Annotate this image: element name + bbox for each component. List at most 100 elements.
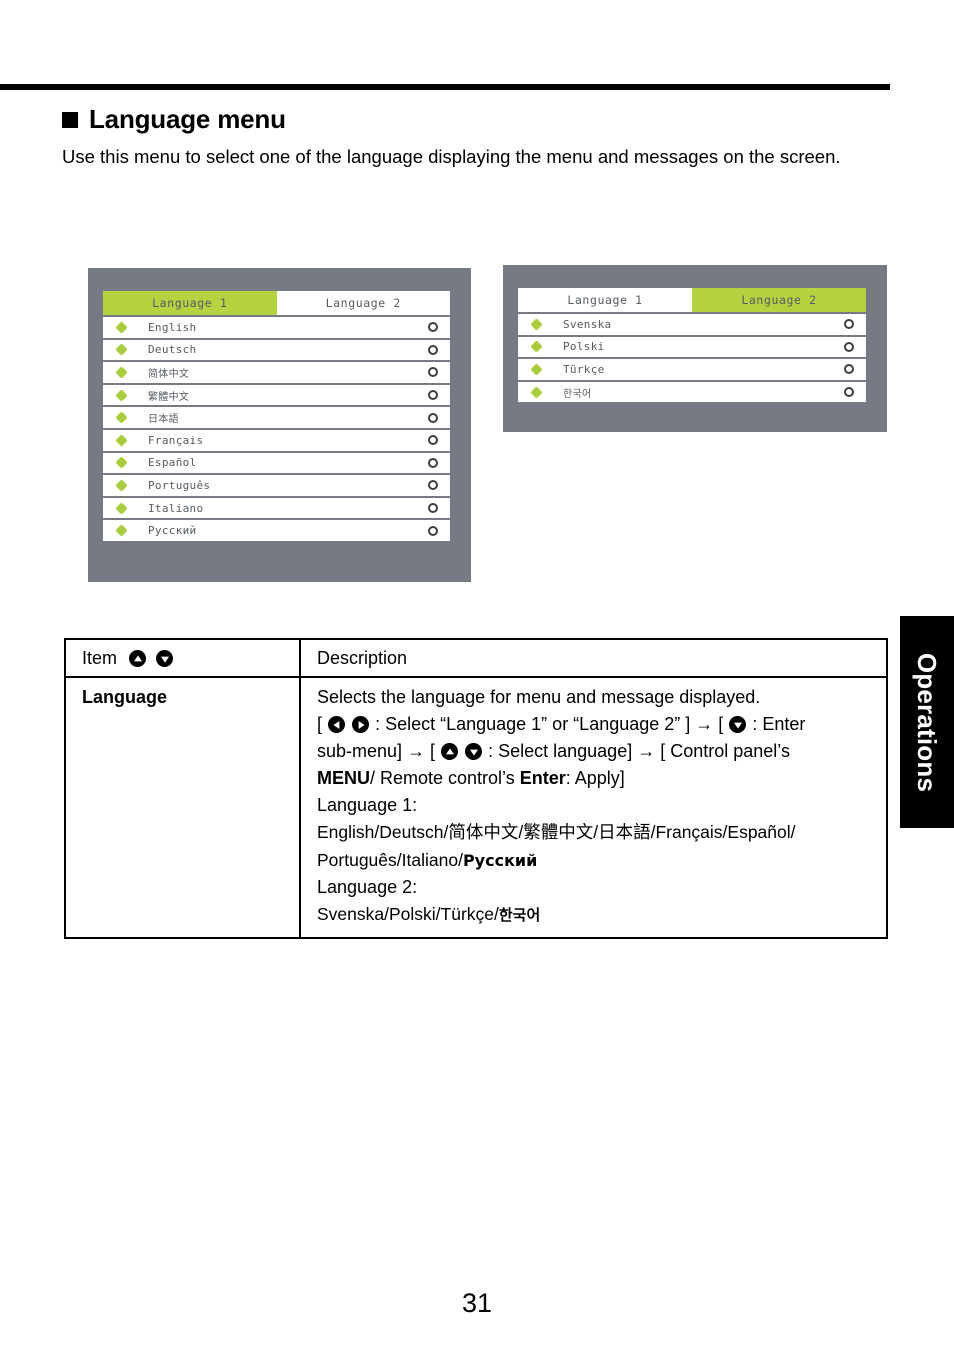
diamond-bullet-icon: [530, 340, 543, 354]
language-1-list-line-1: English/Deutsch/简体中文/繁體中文/日本語/Français/E…: [317, 819, 876, 847]
osd-inner-left: Language 1 Language 2 English Deutsch 简体…: [103, 291, 450, 541]
desc-submenu-text: sub-menu] → [: [317, 741, 436, 761]
radio-icon[interactable]: [428, 344, 438, 355]
diamond-bullet-icon: [530, 385, 543, 399]
list-item-label: 한국어: [563, 388, 592, 400]
list-item[interactable]: Français: [103, 427, 450, 451]
radio-icon[interactable]: [844, 387, 854, 398]
osd-inner-right: Language 1 Language 2 Svenska Polski Tür…: [518, 288, 866, 403]
list-item[interactable]: Português: [103, 473, 450, 496]
diamond-bullet-icon: [530, 363, 543, 376]
desc-arrow-then: → [: [695, 714, 724, 734]
list-item[interactable]: Русский: [103, 518, 450, 541]
list-item-label: 日本語: [148, 414, 179, 426]
list-item[interactable]: Svenska: [518, 312, 866, 335]
osd-tabs-left: Language 1 Language 2: [103, 291, 450, 315]
radio-icon[interactable]: [844, 364, 854, 375]
tab-language-1-left[interactable]: Language 1: [103, 291, 277, 315]
description-line-4: MENU/ Remote control’s Enter: Apply]: [317, 765, 876, 792]
lang1-simplified-chinese: 简体中文: [448, 823, 519, 843]
list-item[interactable]: 日本語: [103, 405, 450, 428]
list-item[interactable]: Deutsch: [103, 337, 450, 361]
radio-icon[interactable]: [428, 322, 438, 333]
arrow-down-icon: [156, 650, 174, 667]
diamond-bullet-icon: [115, 320, 128, 334]
arrow-left-icon: [328, 716, 346, 733]
desc-select-language-text: : Select language] → [ Control panel’s: [488, 741, 790, 761]
tab-language-1-right[interactable]: Language 1: [518, 288, 692, 312]
osd-rows-left: English Deutsch 简体中文 繁體中文 日本語 Français E…: [103, 315, 450, 541]
tab-language-2-right[interactable]: Language 2: [692, 288, 866, 312]
language-2-heading: Language 2:: [317, 877, 418, 897]
page-number: 31: [461, 1288, 493, 1318]
radio-icon[interactable]: [428, 367, 438, 378]
table-header-row: Item Description: [64, 638, 888, 678]
intro-paragraph: Use this menu to select one of the langu…: [62, 146, 841, 167]
list-item[interactable]: English: [103, 315, 450, 338]
osd-rows-right: Svenska Polski Türkçe 한국어: [518, 312, 866, 403]
list-item-label: Français: [148, 433, 204, 447]
table-header-item: Item: [64, 638, 301, 678]
table-header-item-label: Item: [82, 648, 118, 668]
list-item-label: Deutsch: [148, 343, 197, 357]
lang2-korean: 한국어: [498, 906, 541, 924]
radio-icon[interactable]: [428, 412, 438, 423]
arrow-right-icon: [352, 716, 370, 733]
radio-icon[interactable]: [428, 390, 438, 401]
osd-screenshot-language-2: Language 1 Language 2 Svenska Polski Tür…: [503, 265, 887, 432]
radio-icon[interactable]: [428, 457, 438, 468]
description-line-2: [ : Select “Language 1” or “Language 2” …: [317, 711, 876, 738]
page-title: Language menu: [62, 104, 286, 135]
list-item-label: 简体中文: [148, 368, 190, 380]
page-title-text: Language menu: [89, 104, 286, 134]
tab-language-2-left[interactable]: Language 2: [276, 291, 450, 315]
radio-icon[interactable]: [428, 480, 438, 491]
table-row: Language Selects the language for menu a…: [64, 676, 888, 939]
list-item[interactable]: Türkçe: [518, 357, 866, 380]
radio-icon[interactable]: [428, 503, 438, 514]
list-item-label: Türkçe: [563, 362, 605, 376]
list-item-label: English: [148, 320, 197, 334]
list-item-label: Español: [148, 456, 197, 470]
desc-enter-text: : Enter: [752, 714, 806, 734]
arrow-up-icon: [441, 743, 459, 760]
list-item[interactable]: Italiano: [103, 495, 450, 519]
list-item-label: Italiano: [148, 501, 204, 515]
desc-select-tab-text: : Select “Language 1” or “Language 2” ]: [375, 714, 691, 734]
diamond-bullet-icon: [115, 366, 128, 379]
lang1-traditional-chinese: 繁體中文: [523, 823, 594, 843]
osd-tabs-right: Language 1 Language 2: [518, 288, 866, 312]
list-item[interactable]: 繁體中文: [103, 382, 450, 406]
osd-screenshot-language-1: Language 1 Language 2 English Deutsch 简体…: [88, 268, 471, 582]
diamond-bullet-icon: [115, 456, 128, 470]
diamond-bullet-icon: [115, 479, 128, 492]
list-item[interactable]: Español: [103, 450, 450, 474]
radio-icon[interactable]: [428, 525, 438, 536]
side-tab-operations: Operations: [900, 616, 954, 828]
desc-open-bracket: [: [317, 714, 323, 734]
enter-key-label: Enter: [519, 768, 566, 788]
description-line-1: Selects the language for menu and messag…: [317, 687, 761, 707]
desc-apply-text: : Apply]: [565, 768, 625, 788]
settings-description-table: Item Description Language Selects the la…: [64, 638, 888, 939]
diamond-bullet-icon: [115, 501, 128, 515]
diamond-bullet-icon: [115, 411, 128, 425]
list-item[interactable]: 简体中文: [103, 360, 450, 383]
arrow-up-icon: [129, 650, 147, 667]
header-rule: [0, 84, 890, 90]
diamond-bullet-icon: [115, 524, 128, 538]
arrow-down-icon: [465, 743, 483, 760]
list-item-label: Svenska: [563, 317, 612, 331]
lang1-latin-part-2: /Français/Español/: [650, 822, 796, 842]
list-item[interactable]: 한국어: [518, 379, 866, 403]
list-item[interactable]: Polski: [518, 334, 866, 358]
radio-icon[interactable]: [428, 435, 438, 446]
diamond-bullet-icon: [530, 317, 543, 331]
radio-icon[interactable]: [844, 341, 854, 352]
list-item-label: 繁體中文: [148, 391, 190, 403]
lang1-latin-part-1: English/Deutsch/: [317, 822, 449, 842]
black-square-bullet-icon: [62, 111, 78, 128]
language-2-list-line-1: Svenska/Polski/Türkçe/한국어: [317, 901, 876, 929]
language-1-heading: Language 1:: [317, 795, 418, 815]
radio-icon[interactable]: [844, 319, 854, 330]
